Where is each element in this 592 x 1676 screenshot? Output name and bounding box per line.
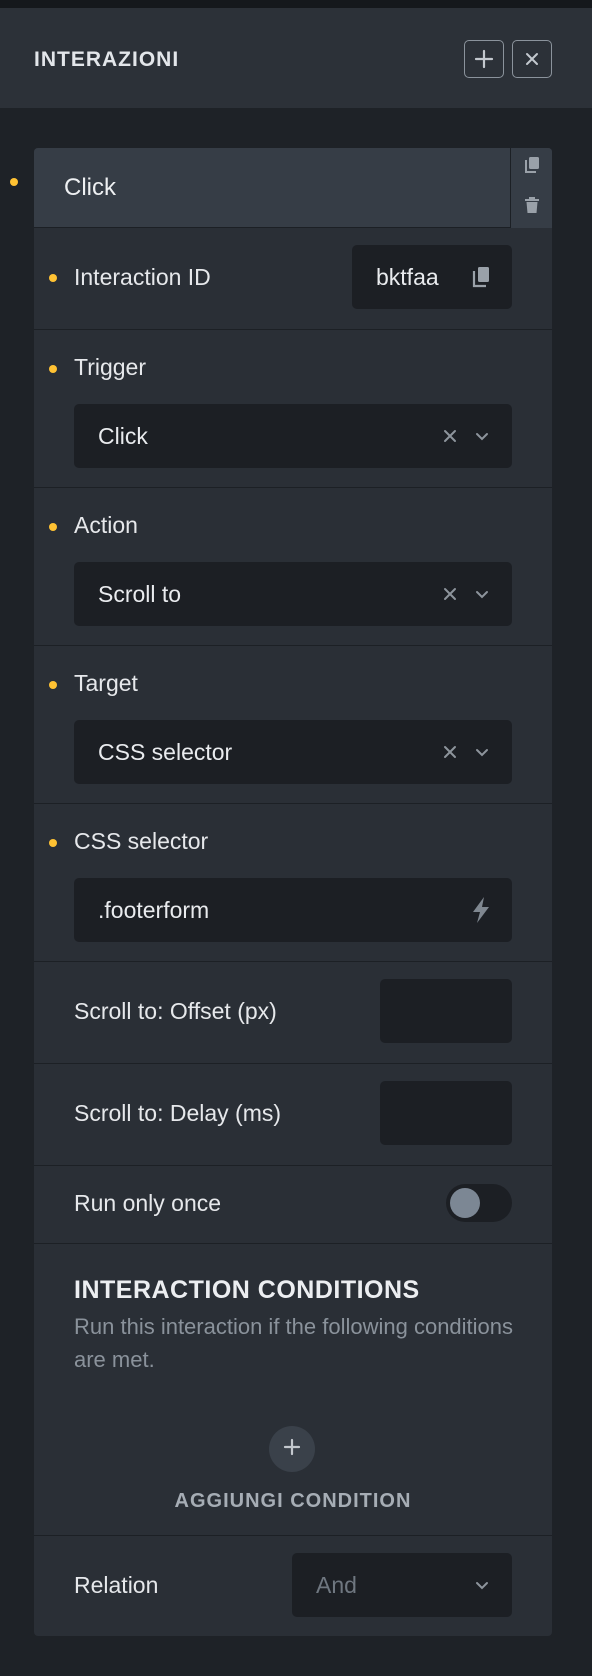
trigger-select[interactable]: Click: [74, 404, 512, 468]
trigger-row: Trigger Click: [34, 330, 552, 488]
run-once-row: Run only once: [34, 1166, 552, 1244]
interaction-card: Click Interaction ID bktfaa Trigger Clic…: [34, 148, 552, 1636]
delay-input[interactable]: [380, 1081, 512, 1145]
add-interaction-button[interactable]: [464, 40, 504, 78]
action-select[interactable]: Scroll to: [74, 562, 512, 626]
row-dot: [49, 365, 57, 373]
row-dot: [49, 681, 57, 689]
row-dot: [49, 274, 57, 282]
plus-icon: [474, 49, 494, 69]
interaction-id-field[interactable]: bktfaa: [352, 245, 512, 309]
add-condition-label[interactable]: AGGIUNGI CONDITION: [34, 1490, 552, 1513]
copy-icon[interactable]: [470, 265, 492, 289]
css-selector-value: .footerform: [98, 897, 210, 923]
trigger-label: Trigger: [74, 354, 146, 380]
run-once-toggle[interactable]: [446, 1184, 512, 1222]
trash-icon[interactable]: [523, 196, 541, 214]
action-row: Action Scroll to: [34, 488, 552, 646]
action-value: Scroll to: [98, 581, 182, 607]
css-selector-label: CSS selector: [74, 828, 209, 854]
top-strip: [0, 0, 592, 8]
chevron-down-icon[interactable]: [474, 428, 490, 444]
interaction-id-label: Interaction ID: [74, 264, 211, 290]
offset-row: Scroll to: Offset (px): [34, 962, 552, 1064]
trigger-value: Click: [98, 423, 148, 449]
copy-icon[interactable]: [523, 156, 541, 174]
action-label: Action: [74, 512, 138, 538]
interaction-header[interactable]: Click: [34, 148, 552, 228]
target-select[interactable]: CSS selector: [74, 720, 512, 784]
chevron-down-icon[interactable]: [474, 1577, 490, 1593]
relation-row: Relation And: [34, 1536, 552, 1636]
row-dot: [49, 523, 57, 531]
row-dot: [49, 839, 57, 847]
interaction-name: Click: [64, 174, 116, 201]
panel-header: INTERAZIONI: [0, 8, 592, 108]
run-once-label: Run only once: [74, 1190, 222, 1216]
target-row: Target CSS selector: [34, 646, 552, 804]
toggle-knob: [450, 1188, 480, 1218]
conditions-title: INTERACTION CONDITIONS: [74, 1276, 420, 1304]
add-condition-button[interactable]: [269, 1426, 315, 1472]
css-selector-input[interactable]: .footerform: [74, 878, 512, 942]
interaction-id-row: Interaction ID bktfaa: [34, 228, 552, 330]
panel-title: INTERAZIONI: [34, 48, 180, 71]
interaction-active-dot: [10, 178, 18, 186]
delay-row: Scroll to: Delay (ms): [34, 1064, 552, 1166]
relation-value: And: [316, 1572, 357, 1598]
clear-icon[interactable]: [442, 586, 458, 602]
css-selector-row: CSS selector .footerform: [34, 804, 552, 962]
interaction-id-value: bktfaa: [376, 264, 439, 290]
plus-icon: [282, 1437, 302, 1462]
offset-label: Scroll to: Offset (px): [74, 998, 277, 1024]
chevron-down-icon[interactable]: [474, 586, 490, 602]
target-value: CSS selector: [98, 739, 233, 765]
close-icon: [524, 51, 540, 67]
relation-select[interactable]: And: [292, 1553, 512, 1617]
clear-icon[interactable]: [442, 744, 458, 760]
delay-label: Scroll to: Delay (ms): [74, 1100, 282, 1126]
close-panel-button[interactable]: [512, 40, 552, 78]
relation-label: Relation: [74, 1572, 159, 1598]
conditions-description: Run this interaction if the following co…: [74, 1314, 514, 1372]
target-label: Target: [74, 670, 138, 696]
interaction-tools: [510, 148, 552, 228]
lightning-icon[interactable]: [470, 896, 492, 924]
chevron-down-icon[interactable]: [474, 744, 490, 760]
clear-icon[interactable]: [442, 428, 458, 444]
offset-input[interactable]: [380, 979, 512, 1043]
